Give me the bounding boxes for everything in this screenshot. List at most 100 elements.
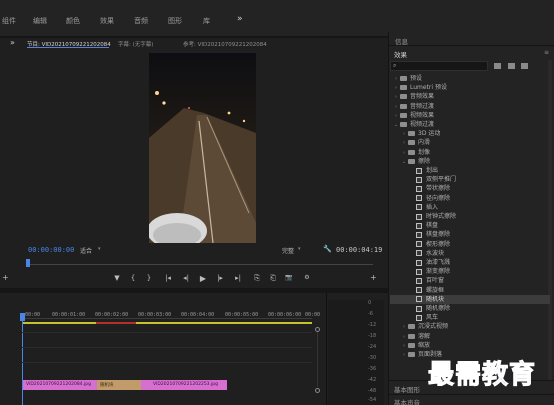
vertical-scrollbar[interactable] [317,332,318,387]
workspace-overflow-button[interactable]: » [237,14,243,24]
effect-item[interactable]: 棋盘 [390,221,550,230]
effect-bin[interactable]: › 3D 运动 [390,129,550,138]
effect-label: 径向擦除 [426,194,451,202]
workspace-tab-assembly[interactable]: 组件 [2,16,16,26]
render-bar-red [96,322,136,324]
workspace-tab-graphics[interactable]: 图形 [168,16,182,26]
tab-essential-graphics[interactable]: 基本图形 [394,384,420,394]
panel-overflow-icon[interactable]: » [10,38,15,47]
effect-item[interactable]: 随机块 [390,294,550,304]
accelerated-effects-icon[interactable] [494,63,501,69]
track-divider [22,362,312,363]
effect-item[interactable]: 棋盘擦除 [390,230,550,239]
tab-reference[interactable]: 参考: VID20210709221202084 [183,40,267,48]
add-button-icon[interactable]: + [370,273,377,282]
effect-item[interactable]: 螺旋框 [390,286,550,295]
meter-tick: -54 [368,397,377,403]
effect-label: 双侧平推门 [426,176,457,184]
effect-label: 划像 [418,148,431,156]
extract-button[interactable]: ⎗ [268,274,278,283]
playhead[interactable] [26,259,30,267]
effect-label: 音频过渡 [410,102,435,110]
effect-item[interactable]: 带状擦除 [390,184,550,193]
divider [388,45,554,46]
folder-icon [400,112,407,118]
effect-bin[interactable]: ⌄ 擦除 [390,157,550,166]
fit-dropdown[interactable]: 适合 [80,246,92,255]
effect-bin[interactable]: › 划像 [390,148,550,157]
work-area-bar[interactable] [22,322,312,324]
effect-label: 随机擦除 [426,305,451,312]
mark-in-button[interactable]: { [128,274,138,282]
effect-item[interactable]: 水波块 [390,249,550,258]
video-clip-1[interactable]: VID20210709221202084.jpg [23,380,97,390]
effect-bin[interactable]: › 预设 [390,74,550,83]
transition-effect-icon [416,296,422,303]
playback-scrubber[interactable] [28,264,373,265]
wrench-icon[interactable]: 🔧 [323,245,332,253]
add-icon[interactable]: + [2,273,9,282]
meter-tick: -30 [368,355,377,361]
effect-bin[interactable]: › 视频效果 [390,111,550,120]
transition-effect-icon [416,314,422,321]
effect-item[interactable]: 楔形擦除 [390,240,550,249]
32bit-effects-icon[interactable] [508,63,515,69]
effect-item[interactable]: 渐变擦除 [390,267,550,276]
effect-bin[interactable]: › 溶解 [390,332,550,341]
folder-icon [408,149,415,155]
effect-item[interactable]: 随机擦除 [390,304,550,313]
add-marker-button[interactable]: ▼ [112,274,122,282]
video-clip-2[interactable]: VID20210709221202253.jpg [141,380,227,390]
scroll-handle-bottom[interactable] [315,388,320,393]
effect-bin[interactable]: › 缩放 [390,341,550,350]
effect-item[interactable]: 插入 [390,203,550,212]
export-frame-button[interactable]: 📷 [284,274,294,281]
effect-bin[interactable]: ⌄ 视频过渡 [390,120,550,129]
current-timecode[interactable]: 00:00:00:00 [28,246,74,254]
effect-item[interactable]: 双侧平推门 [390,175,550,184]
folder-icon [408,158,415,164]
lift-button[interactable]: ⎘ [252,274,262,283]
effect-item[interactable]: 划出 [390,166,550,175]
workspace-tab-libraries[interactable]: 库 [203,16,210,26]
effect-item[interactable]: 风车 [390,313,550,322]
workspace-tab-effects[interactable]: 效果 [100,16,114,26]
go-to-in-button[interactable]: |◂ [163,274,173,282]
effect-item[interactable]: 径向擦除 [390,194,550,203]
effect-bin[interactable]: › 音频过渡 [390,102,550,111]
workspace-tab-audio[interactable]: 音频 [134,16,148,26]
chevron-right-icon[interactable]: › [400,351,408,360]
step-back-button[interactable]: ◂| [181,274,191,282]
effects-search-input[interactable]: ⌕ [390,61,488,71]
yuv-effects-icon[interactable] [521,63,528,69]
track-divider [22,347,312,348]
effect-bin[interactable]: › 沉浸式视频 [390,322,550,331]
transition-label: 随机块 [100,383,114,388]
effect-bin[interactable]: › 音频效果 [390,92,550,101]
transition-clip[interactable]: 随机块 [97,380,141,390]
effect-bin[interactable]: › Lumetri 预设 [390,83,550,92]
transition-effect-icon [416,185,422,192]
effect-item[interactable]: 时钟式擦除 [390,212,550,221]
transition-effect-icon [416,213,422,220]
effect-bin[interactable]: › 内滑 [390,138,550,147]
workspace-tab-editing[interactable]: 编辑 [33,16,47,26]
mark-out-button[interactable]: } [144,274,154,282]
video-frame[interactable] [149,53,256,243]
play-button[interactable]: ▶ [198,274,208,283]
tab-essential-sound[interactable]: 基本声音 [394,397,420,405]
tab-captions[interactable]: 字幕: (无字幕) [118,40,153,48]
effect-item[interactable]: 百叶窗 [390,276,550,285]
tab-effects[interactable]: 效果 [394,49,407,59]
effect-label: 风车 [426,314,439,322]
panel-menu-icon[interactable]: ≡ [544,49,549,56]
settings-button[interactable]: ⚙ [302,274,312,281]
transition-effect-icon [416,287,422,294]
effect-label: 随机块 [426,295,445,303]
effect-item[interactable]: 油漆飞溅 [390,258,550,267]
go-to-out-button[interactable]: ▸| [233,274,243,282]
timeline-ruler[interactable] [22,318,312,319]
step-forward-button[interactable]: |▸ [215,274,225,282]
workspace-tab-color[interactable]: 颜色 [66,16,80,26]
quality-dropdown[interactable]: 完整 [282,246,294,255]
